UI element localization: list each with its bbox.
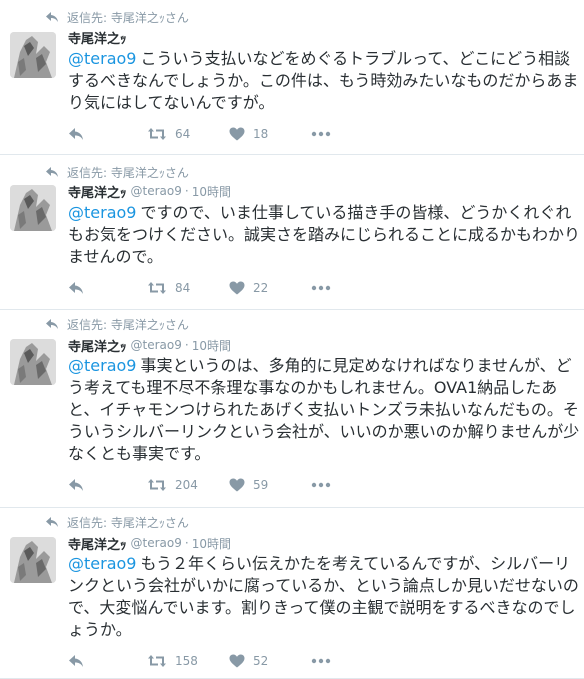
more-dots-icon — [311, 658, 331, 664]
tweet-text: @terao9 事実というのは、多角的に見定めなければなりませんが、どう考えても理… — [68, 355, 580, 465]
avatar[interactable] — [10, 339, 56, 385]
mention-link[interactable]: @terao9 — [68, 49, 136, 68]
retweet-button[interactable]: 64 — [147, 127, 229, 141]
separator: · — [184, 536, 189, 550]
display-name[interactable]: 寺尾洋之ｯ — [68, 28, 127, 47]
more-dots-icon — [311, 482, 331, 488]
separator: · — [184, 184, 189, 198]
timestamp[interactable]: 10時間 — [192, 535, 231, 552]
tweet[interactable]: 返信先: 寺尾洋之ｯさん 寺尾洋之ｯ @terao9 · 10時間 @terao… — [0, 310, 584, 508]
reply-context: 返信先: 寺尾洋之ｯさん — [45, 9, 189, 25]
tweet-actions: 204 59 — [68, 476, 331, 494]
retweet-icon — [148, 282, 166, 294]
like-button[interactable]: 59 — [229, 478, 311, 492]
heart-icon — [229, 478, 245, 492]
like-count: 18 — [253, 127, 269, 141]
reply-arrow-icon — [46, 319, 58, 329]
reply-context: 返信先: 寺尾洋之ｯさん — [45, 514, 189, 530]
tweet[interactable]: 返信先: 寺尾洋之ｯさん 寺尾洋之ｯ @terao9 · 10時間 @terao… — [0, 155, 584, 310]
heart-icon — [229, 654, 245, 668]
avatar[interactable] — [10, 537, 56, 583]
reply-arrow-icon — [46, 12, 58, 22]
reply-context-text: 返信先: 寺尾洋之ｯさん — [67, 165, 189, 180]
display-name[interactable]: 寺尾洋之ｯ — [68, 336, 127, 355]
reply-arrow-icon — [46, 517, 58, 527]
more-button[interactable] — [311, 658, 331, 664]
tweet-actions: 158 52 — [68, 652, 331, 670]
like-count: 59 — [253, 478, 269, 492]
tweet[interactable]: 返信先: 寺尾洋之ｯさん 寺尾洋之ｯ @terao9 こういう支払いなどをめぐるト… — [0, 0, 584, 155]
tweet[interactable]: 返信先: 寺尾洋之ｯさん 寺尾洋之ｯ @terao9 · 10時間 @terao… — [0, 508, 584, 679]
reply-icon — [69, 479, 83, 491]
tweet-actions: 84 22 — [68, 279, 331, 297]
reply-button[interactable] — [68, 654, 147, 668]
reply-button[interactable] — [68, 127, 147, 141]
screen-name[interactable]: @terao9 — [131, 338, 182, 352]
reply-context-text: 返信先: 寺尾洋之ｯさん — [67, 515, 189, 530]
like-button[interactable]: 22 — [229, 281, 311, 295]
tweet-header: 寺尾洋之ｯ — [68, 28, 137, 47]
reply-context: 返信先: 寺尾洋之ｯさん — [45, 316, 189, 332]
more-button[interactable] — [311, 482, 331, 488]
tweet-header: 寺尾洋之ｯ @terao9 · 10時間 — [68, 182, 231, 201]
reply-icon — [69, 282, 83, 294]
reply-icon — [69, 128, 83, 140]
heart-icon — [229, 281, 245, 295]
like-count: 52 — [253, 654, 269, 668]
screen-name[interactable]: @terao9 — [131, 536, 182, 550]
retweet-icon — [148, 128, 166, 140]
mention-link[interactable]: @terao9 — [68, 554, 136, 573]
reply-icon — [69, 655, 83, 667]
more-dots-icon — [311, 131, 331, 137]
reply-arrow-icon — [46, 167, 58, 177]
reply-context-text: 返信先: 寺尾洋之ｯさん — [67, 10, 189, 25]
retweet-count: 158 — [175, 654, 198, 668]
tweet-text: @terao9 こういう支払いなどをめぐるトラブルって、どこにどう相談するべきなん… — [68, 48, 580, 114]
tweet-body: もう２年くらい伝えかたを考えているんですが、シルバーリンクという会社がいかに腐っ… — [68, 554, 579, 639]
tweet-text: @terao9 もう２年くらい伝えかたを考えているんですが、シルバーリンクという会… — [68, 553, 580, 641]
avatar[interactable] — [10, 185, 56, 231]
mention-link[interactable]: @terao9 — [68, 203, 136, 222]
retweet-icon — [148, 479, 166, 491]
timestamp[interactable]: 10時間 — [192, 337, 231, 354]
timestamp[interactable]: 10時間 — [192, 183, 231, 200]
like-button[interactable]: 18 — [229, 127, 311, 141]
retweet-button[interactable]: 84 — [147, 281, 229, 295]
retweet-count: 204 — [175, 478, 198, 492]
display-name[interactable]: 寺尾洋之ｯ — [68, 182, 127, 201]
reply-button[interactable] — [68, 281, 147, 295]
separator: · — [184, 338, 189, 352]
more-button[interactable] — [311, 285, 331, 291]
more-button[interactable] — [311, 131, 331, 137]
retweet-count: 84 — [175, 281, 191, 295]
tweet-actions: 64 18 — [68, 125, 331, 143]
screen-name[interactable]: @terao9 — [131, 184, 182, 198]
tweet-body: ですので、いま仕事している描き手の皆様、どうかくれぐれもお気をつけください。誠実… — [68, 203, 581, 266]
display-name[interactable]: 寺尾洋之ｯ — [68, 534, 127, 553]
retweet-count: 64 — [175, 127, 191, 141]
like-button[interactable]: 52 — [229, 654, 311, 668]
mention-link[interactable]: @terao9 — [68, 356, 136, 375]
retweet-icon — [148, 655, 166, 667]
reply-button[interactable] — [68, 478, 147, 492]
tweet-header: 寺尾洋之ｯ @terao9 · 10時間 — [68, 336, 231, 355]
heart-icon — [229, 127, 245, 141]
avatar[interactable] — [10, 32, 56, 78]
more-dots-icon — [311, 285, 331, 291]
tweet-body: こういう支払いなどをめぐるトラブルって、どこにどう相談するべきなんでしょうか。こ… — [68, 49, 579, 112]
tweet-text: @terao9 ですので、いま仕事している描き手の皆様、どうかくれぐれもお気をつけ… — [68, 202, 580, 268]
reply-context: 返信先: 寺尾洋之ｯさん — [45, 164, 189, 180]
tweet-header: 寺尾洋之ｯ @terao9 · 10時間 — [68, 534, 231, 553]
retweet-button[interactable]: 158 — [147, 654, 229, 668]
like-count: 22 — [253, 281, 269, 295]
retweet-button[interactable]: 204 — [147, 478, 229, 492]
tweet-body: 事実というのは、多角的に見定めなければなりませんが、どう考えても理不尽不条理な事… — [68, 356, 580, 463]
reply-context-text: 返信先: 寺尾洋之ｯさん — [67, 317, 189, 332]
